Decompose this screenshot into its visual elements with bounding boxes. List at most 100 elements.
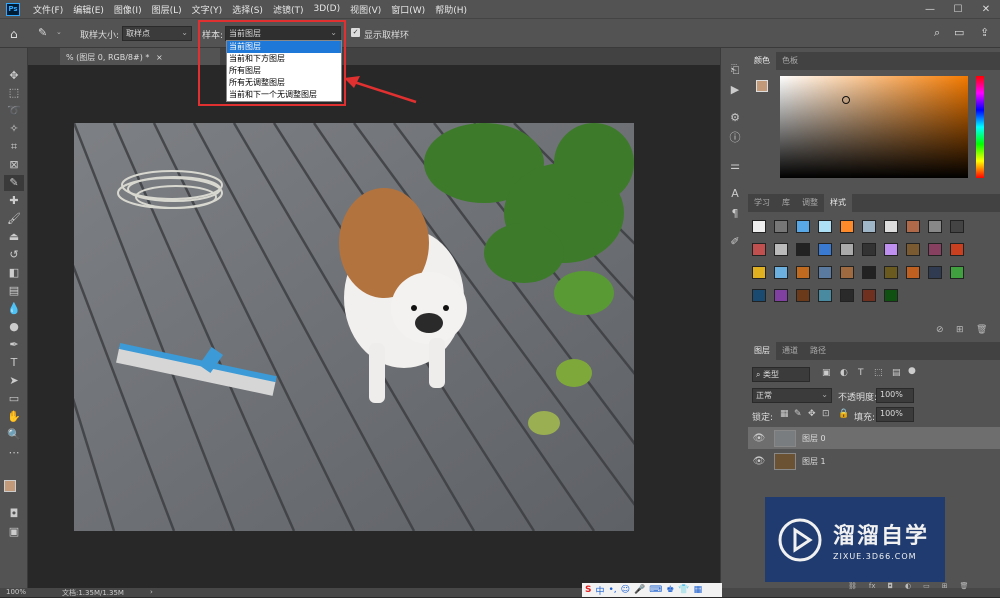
screen-mode-icon[interactable]: ▣ bbox=[4, 524, 24, 540]
punctuation-icon[interactable]: •, bbox=[609, 585, 617, 595]
tab-learn[interactable]: 学习 bbox=[748, 194, 776, 212]
status-arrow-icon[interactable]: › bbox=[150, 588, 153, 596]
menu-view[interactable]: 视图(V) bbox=[345, 3, 386, 16]
rectangle-tool-icon[interactable]: ▭ bbox=[4, 391, 24, 407]
pen-tool-icon[interactable]: ✒ bbox=[4, 337, 24, 353]
sample-size-select[interactable]: 取样点 ⌄ bbox=[122, 26, 192, 41]
filter-adjust-icon[interactable]: ◐ bbox=[840, 368, 848, 378]
menu-filter[interactable]: 滤镜(T) bbox=[268, 3, 309, 16]
layer-filter-select[interactable]: ⌕ 类型 bbox=[752, 367, 810, 382]
style-preset-swatch[interactable] bbox=[774, 243, 788, 256]
share-icon[interactable]: ⇪ bbox=[980, 26, 989, 39]
mask-icon[interactable]: ◘ bbox=[888, 582, 894, 590]
style-preset-swatch[interactable] bbox=[752, 266, 766, 279]
tab-swatches[interactable]: 色板 bbox=[776, 52, 804, 70]
shirt-icon[interactable]: 👕 bbox=[678, 585, 689, 595]
sogou-icon[interactable]: S bbox=[585, 585, 591, 595]
style-preset-swatch[interactable] bbox=[818, 266, 832, 279]
ime-language[interactable]: 中 bbox=[595, 584, 604, 597]
style-preset-swatch[interactable] bbox=[906, 266, 920, 279]
style-preset-swatch[interactable] bbox=[818, 220, 832, 233]
menu-select[interactable]: 选择(S) bbox=[227, 3, 268, 16]
close-window-button[interactable]: ✕ bbox=[972, 4, 1000, 15]
minimize-button[interactable]: — bbox=[916, 4, 944, 15]
blur-tool-icon[interactable]: 💧 bbox=[4, 301, 24, 317]
color-fg-swatch[interactable] bbox=[756, 80, 768, 92]
lock-transparency-icon[interactable]: ▦ bbox=[780, 409, 789, 419]
eye-icon[interactable]: 👁 bbox=[748, 456, 770, 467]
style-preset-swatch[interactable] bbox=[862, 243, 876, 256]
lock-artboard-icon[interactable]: ⊡ bbox=[822, 409, 830, 419]
delete-style-icon[interactable]: ⊘ bbox=[936, 325, 944, 335]
foreground-color-swatch[interactable] bbox=[4, 480, 16, 492]
filter-shape-icon[interactable]: ⬚ bbox=[874, 368, 883, 378]
search-icon[interactable]: ⌕ bbox=[934, 26, 940, 40]
skin-icon[interactable]: ♚ bbox=[666, 585, 674, 595]
healing-brush-icon[interactable]: ✚ bbox=[4, 193, 24, 209]
lasso-tool-icon[interactable]: ➰ bbox=[4, 103, 24, 119]
grid-menu-icon[interactable]: ▦ bbox=[694, 585, 703, 595]
zoom-tool-icon[interactable]: 🔍 bbox=[4, 427, 24, 443]
paragraph-panel-icon[interactable]: ¶ bbox=[725, 206, 745, 222]
info-icon[interactable]: ⓘ bbox=[725, 130, 745, 146]
menu-edit[interactable]: 编辑(E) bbox=[68, 3, 109, 16]
style-preset-swatch[interactable] bbox=[950, 220, 964, 233]
style-preset-swatch[interactable] bbox=[752, 289, 766, 302]
character-panel-icon[interactable]: A bbox=[725, 186, 745, 202]
adjust-sliders-icon[interactable]: ⚌ bbox=[725, 158, 745, 174]
move-tool-icon[interactable]: ✥ bbox=[4, 68, 24, 84]
tab-paths[interactable]: 路径 bbox=[804, 342, 832, 360]
style-preset-swatch[interactable] bbox=[840, 289, 854, 302]
document-tab[interactable]: % (图层 0, RGB/8#) * × bbox=[60, 48, 220, 65]
style-preset-swatch[interactable] bbox=[884, 220, 898, 233]
menu-image[interactable]: 图像(I) bbox=[109, 3, 147, 16]
style-preset-swatch[interactable] bbox=[862, 289, 876, 302]
emoji-icon[interactable]: ☺ bbox=[621, 585, 630, 595]
tab-styles[interactable]: 样式 bbox=[824, 194, 852, 212]
style-preset-swatch[interactable] bbox=[840, 220, 854, 233]
lock-pixels-icon[interactable]: ✎ bbox=[794, 409, 802, 419]
style-preset-swatch[interactable] bbox=[796, 220, 810, 233]
close-tab-icon[interactable]: × bbox=[156, 53, 163, 62]
style-preset-swatch[interactable] bbox=[774, 289, 788, 302]
new-layer-icon[interactable]: ⊞ bbox=[942, 582, 948, 590]
brush-tool-icon[interactable]: 🖌 bbox=[4, 211, 24, 227]
style-preset-swatch[interactable] bbox=[796, 266, 810, 279]
stamp-tool-icon[interactable]: ⏏ bbox=[4, 229, 24, 245]
color-picker-marker[interactable] bbox=[842, 96, 850, 104]
style-preset-swatch[interactable] bbox=[752, 220, 766, 233]
properties-panel-icon[interactable]: ⚙ bbox=[725, 110, 745, 126]
home-icon[interactable]: ⌂ bbox=[10, 27, 18, 41]
tab-adjustments[interactable]: 调整 bbox=[796, 194, 824, 212]
magic-wand-tool-icon[interactable]: ✧ bbox=[4, 121, 24, 137]
tab-libraries[interactable]: 库 bbox=[776, 194, 796, 212]
layer-row-1[interactable]: 👁 图层 1 bbox=[748, 450, 1000, 472]
delete-layer-icon[interactable]: 🗑 bbox=[960, 582, 969, 590]
style-preset-swatch[interactable] bbox=[840, 266, 854, 279]
menu-type[interactable]: 文字(Y) bbox=[187, 3, 228, 16]
style-preset-swatch[interactable] bbox=[818, 289, 832, 302]
path-select-icon[interactable]: ➤ bbox=[4, 373, 24, 389]
filter-smart-icon[interactable]: ▤ bbox=[892, 368, 901, 378]
history-brush-icon[interactable]: ↺ bbox=[4, 247, 24, 263]
lock-all-icon[interactable]: 🔒 bbox=[838, 409, 849, 419]
zoom-level[interactable]: 100% bbox=[6, 588, 26, 596]
filter-pixel-icon[interactable]: ▣ bbox=[822, 368, 831, 378]
type-tool-icon[interactable]: T bbox=[4, 355, 24, 371]
style-preset-swatch[interactable] bbox=[752, 243, 766, 256]
eyedropper-tool-icon[interactable]: ✎ bbox=[4, 175, 24, 191]
frame-tool-icon[interactable]: ⊠ bbox=[4, 157, 24, 173]
tab-layers[interactable]: 图层 bbox=[748, 342, 776, 360]
style-preset-swatch[interactable] bbox=[884, 266, 898, 279]
show-ring-checkbox[interactable]: ✓ bbox=[351, 28, 360, 37]
style-preset-swatch[interactable] bbox=[862, 220, 876, 233]
eyedropper-icon[interactable]: ✎ bbox=[38, 26, 47, 39]
style-preset-swatch[interactable] bbox=[774, 266, 788, 279]
link-layers-icon[interactable]: ⛓ bbox=[848, 582, 857, 590]
style-preset-swatch[interactable] bbox=[840, 243, 854, 256]
style-preset-swatch[interactable] bbox=[906, 243, 920, 256]
blend-mode-select[interactable]: 正常 ⌄ bbox=[752, 388, 832, 403]
fill-input[interactable]: 100% bbox=[876, 407, 914, 422]
eraser-tool-icon[interactable]: ◧ bbox=[4, 265, 24, 281]
style-preset-swatch[interactable] bbox=[928, 243, 942, 256]
